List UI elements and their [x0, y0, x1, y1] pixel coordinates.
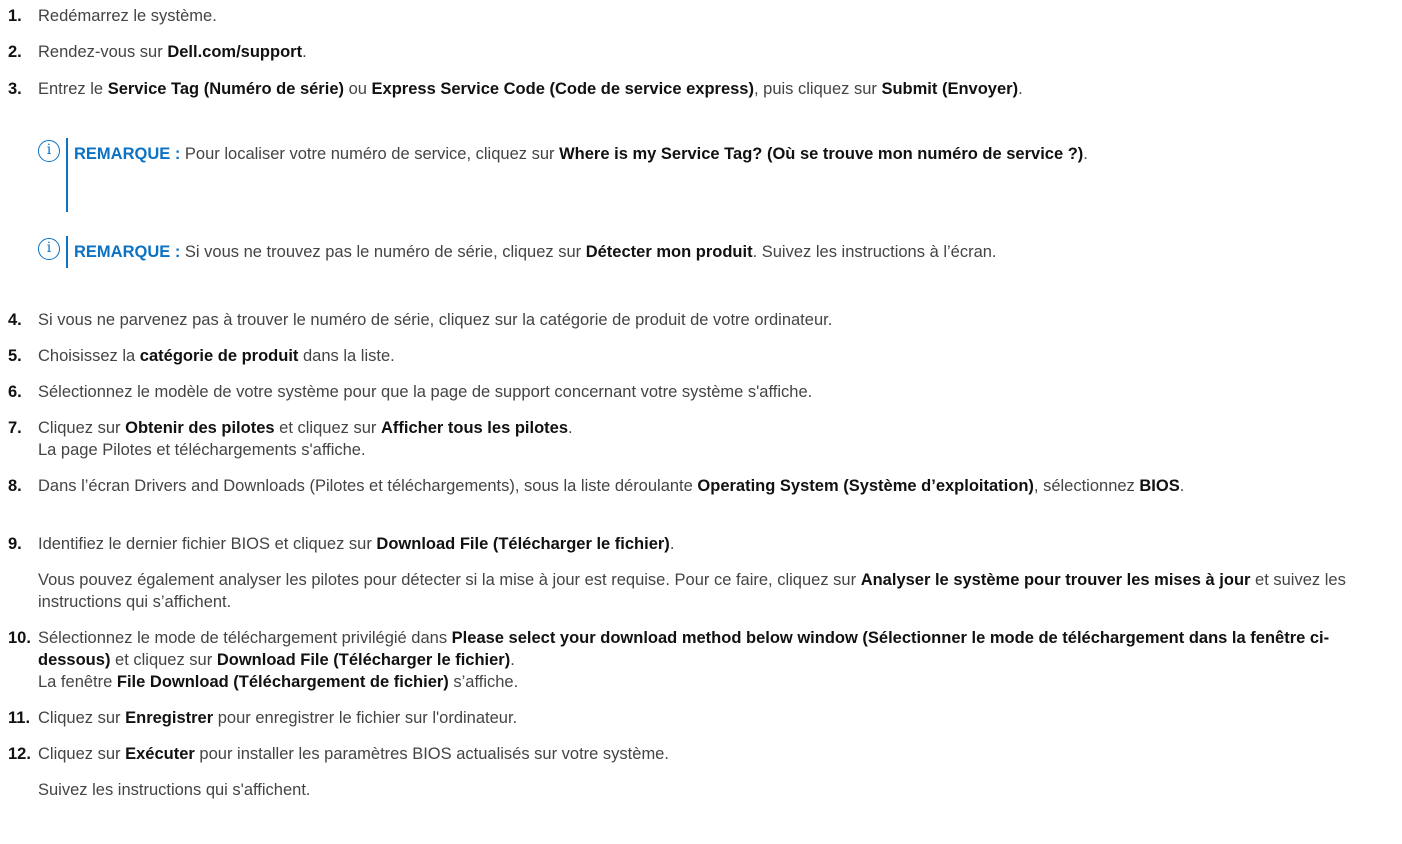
step-text: , puis cliquez sur: [753, 80, 882, 98]
step-number: 12.: [8, 745, 31, 763]
product-category-term: catégorie de produit: [139, 347, 299, 365]
step-text: .: [510, 651, 515, 669]
step-number: 8.: [8, 477, 22, 495]
note-term: Where is my Service Tag? (Où se trouve m…: [559, 145, 1084, 163]
support-url: Dell.com/support: [167, 43, 303, 61]
step-text: ou: [344, 80, 372, 98]
step-text: .: [669, 535, 675, 553]
step-11: 11. Cliquez sur Enregistrer pour enregis…: [0, 707, 1394, 729]
scan-system-term: Analyser le système pour trouver les mis…: [860, 571, 1251, 589]
step-7: 7. Cliquez sur Obtenir des pilotes et cl…: [0, 417, 1394, 461]
step-number: 9.: [8, 535, 22, 553]
step-text: Entrez le: [38, 80, 108, 98]
step-number: 6.: [8, 383, 22, 401]
download-file-term: Download File (Télécharger le fichier): [376, 535, 670, 553]
step-number: 11.: [8, 709, 31, 727]
step-text: Cliquez sur: [38, 745, 126, 763]
step-text: , sélectionnez: [1033, 477, 1140, 495]
step-text: .: [1018, 80, 1023, 98]
step-number: 10.: [8, 629, 31, 647]
step-9: 9. Identifiez le dernier fichier BIOS et…: [0, 533, 1394, 555]
step-number: 2.: [8, 43, 22, 61]
note-divider: [66, 138, 68, 212]
step-text: et cliquez sur: [274, 419, 381, 437]
step-text: dans la liste.: [298, 347, 395, 365]
paragraph-text: Suivez les instructions qui s'affichent.: [38, 781, 311, 799]
note-text: . Suivez les instructions à l’écran.: [752, 243, 997, 261]
step-text: .: [1179, 477, 1185, 495]
download-file-term: Download File (Télécharger le fichier): [216, 651, 511, 669]
step-text: Sélectionnez le modèle de votre système …: [38, 383, 813, 401]
step-12-paragraph: Suivez les instructions qui s'affichent.: [38, 779, 1394, 801]
info-icon: i: [38, 140, 60, 162]
step-number: 1.: [8, 7, 22, 25]
submit-term: Submit (Envoyer): [881, 80, 1019, 98]
step-text: Sélectionnez le mode de téléchargement p…: [38, 629, 452, 647]
paragraph-text: Vous pouvez également analyser les pilot…: [38, 571, 861, 589]
step-10: 10. Sélectionnez le mode de téléchargeme…: [0, 627, 1394, 693]
note-label: REMARQUE :: [74, 145, 181, 163]
save-term: Enregistrer: [125, 709, 214, 727]
note-term: Détecter mon produit: [585, 243, 753, 261]
step-text: Choisissez la: [38, 347, 140, 365]
step-result: s’affiche.: [448, 673, 519, 691]
note-divider: [66, 236, 68, 268]
note-text: Si vous ne trouvez pas le numéro de séri…: [180, 243, 586, 261]
step-12: 12. Cliquez sur Exécuter pour installer …: [0, 743, 1394, 765]
step-result: La fenêtre: [38, 673, 117, 691]
step-number: 4.: [8, 311, 22, 329]
step-1: 1. Redémarrez le système.: [0, 5, 1394, 27]
step-number: 5.: [8, 347, 22, 365]
service-tag-term: Service Tag (Numéro de série): [107, 80, 344, 98]
file-download-term: File Download (Téléchargement de fichier…: [116, 673, 449, 691]
note-text: Pour localiser votre numéro de service, …: [180, 145, 560, 163]
run-term: Exécuter: [125, 745, 195, 763]
info-icon: i: [38, 238, 60, 260]
step-6: 6. Sélectionnez le modèle de votre systè…: [0, 381, 1394, 403]
step-text: Rendez-vous sur: [38, 43, 168, 61]
step-text: .: [302, 43, 307, 61]
step-text: pour enregistrer le fichier sur l'ordina…: [213, 709, 518, 727]
step-text: pour installer les paramètres BIOS actua…: [194, 745, 669, 763]
step-result: La page Pilotes et téléchargements s'aff…: [38, 441, 366, 459]
get-drivers-term: Obtenir des pilotes: [125, 419, 275, 437]
step-text: et cliquez sur: [110, 651, 217, 669]
step-text: Si vous ne parvenez pas à trouver le num…: [38, 311, 833, 329]
step-4: 4. Si vous ne parvenez pas à trouver le …: [0, 309, 1394, 331]
step-text: Cliquez sur: [38, 709, 126, 727]
step-5: 5. Choisissez la catégorie de produit da…: [0, 345, 1394, 367]
express-code-term: Express Service Code (Code de service ex…: [371, 80, 754, 98]
step-9-paragraph: Vous pouvez également analyser les pilot…: [38, 569, 1394, 613]
os-term: Operating System (Système d’exploitation…: [697, 477, 1034, 495]
step-text: Redémarrez le système.: [38, 7, 217, 25]
step-text: Cliquez sur: [38, 419, 126, 437]
step-text: Identifiez le dernier fichier BIOS et cl…: [38, 535, 377, 553]
step-number: 3.: [8, 80, 22, 98]
note-1: i REMARQUE : Pour localiser votre numéro…: [38, 138, 1394, 212]
note-text: .: [1083, 145, 1088, 163]
note-2: i REMARQUE : Si vous ne trouvez pas le n…: [38, 236, 1394, 268]
step-8: 8. Dans l’écran Drivers and Downloads (P…: [0, 475, 1394, 497]
step-text: .: [568, 419, 573, 437]
step-2: 2. Rendez-vous sur Dell.com/support.: [0, 41, 1394, 63]
step-text: Dans l’écran Drivers and Downloads (Pilo…: [38, 477, 698, 495]
show-all-drivers-term: Afficher tous les pilotes: [380, 419, 569, 437]
step-number: 7.: [8, 419, 22, 437]
bios-term: BIOS: [1139, 477, 1180, 495]
note-label: REMARQUE :: [74, 243, 181, 261]
step-3: 3. Entrez le Service Tag (Numéro de séri…: [0, 78, 1394, 100]
